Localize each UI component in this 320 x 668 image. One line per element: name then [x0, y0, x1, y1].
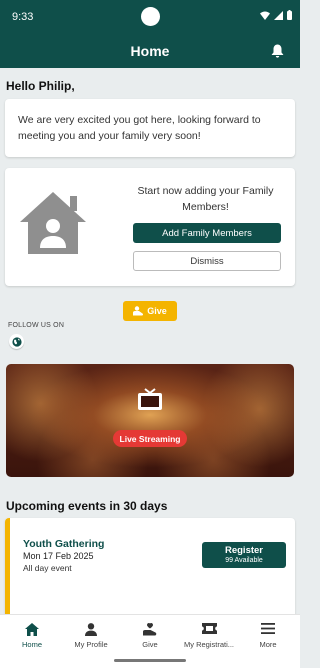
live-streaming-button[interactable]: Live Streaming — [113, 430, 187, 447]
greeting: Hello Philip, — [6, 79, 75, 93]
family-prompt: Start now adding your Family Members! — [137, 185, 274, 213]
home-icon — [2, 623, 62, 636]
event-date: Mon 17 Feb 2025 — [23, 551, 94, 561]
give-hand-icon — [133, 306, 144, 316]
nav-item-home[interactable]: Home — [2, 615, 62, 655]
dismiss-button[interactable]: Dismiss — [133, 251, 281, 271]
globe-icon[interactable] — [9, 334, 24, 349]
welcome-card: We are very excited you got here, lookin… — [5, 99, 295, 157]
events-section-title: Upcoming events in 30 days — [6, 499, 168, 513]
follow-us-label: FOLLOW US ON — [8, 322, 65, 329]
event-accent-bar — [5, 518, 10, 618]
tv-icon — [137, 388, 163, 417]
nav-item-my-profile[interactable]: My Profile — [61, 615, 121, 655]
status-time: 9:33 — [12, 11, 34, 23]
nav-label-give: Give — [142, 640, 158, 649]
nav-label-my-profile: My Profile — [74, 640, 108, 649]
wifi-icon — [260, 11, 270, 20]
nav-label-home: Home — [21, 640, 42, 649]
house-person-icon — [18, 190, 88, 261]
give-hand-icon — [120, 623, 180, 636]
event-time: All day event — [23, 563, 72, 573]
camera-cutout — [141, 7, 160, 26]
welcome-message: We are very excited you got here, lookin… — [18, 114, 261, 142]
battery-icon — [287, 10, 292, 20]
register-button[interactable]: Register 99 Available — [202, 542, 286, 568]
nav-item-give[interactable]: Give — [120, 615, 180, 655]
status-icons — [260, 10, 292, 20]
nav-item-my-registrations[interactable]: My Registrati... — [179, 615, 239, 655]
ticket-icon — [179, 623, 239, 634]
family-members-card: Start now adding your Family Members! Ad… — [5, 168, 295, 286]
menu-icon — [238, 623, 298, 634]
signal-icon — [274, 10, 283, 20]
bottom-nav: Home My Profile Give My Registrati... Mo… — [0, 614, 300, 668]
add-family-members-button[interactable]: Add Family Members — [133, 223, 281, 243]
give-button[interactable]: Give — [123, 301, 177, 321]
page-title: Home — [130, 43, 170, 59]
event-card[interactable]: Youth Gathering Mon 17 Feb 2025 All day … — [5, 518, 295, 618]
nav-label-my-registrations: My Registrati... — [183, 640, 234, 649]
status-bar: 9:33 — [0, 0, 300, 34]
bell-icon[interactable] — [271, 44, 284, 63]
app-bar: Home — [0, 34, 300, 68]
person-icon — [61, 623, 121, 636]
availability-count: 99 Available — [225, 557, 263, 564]
give-button-label: Give — [147, 306, 167, 316]
nav-label-more: More — [259, 640, 277, 649]
register-label: Register — [224, 545, 263, 556]
event-name: Youth Gathering — [23, 538, 105, 550]
live-stream-banner[interactable]: Live Streaming — [6, 364, 294, 477]
nav-item-more[interactable]: More — [238, 615, 298, 655]
home-indicator[interactable] — [114, 659, 186, 662]
